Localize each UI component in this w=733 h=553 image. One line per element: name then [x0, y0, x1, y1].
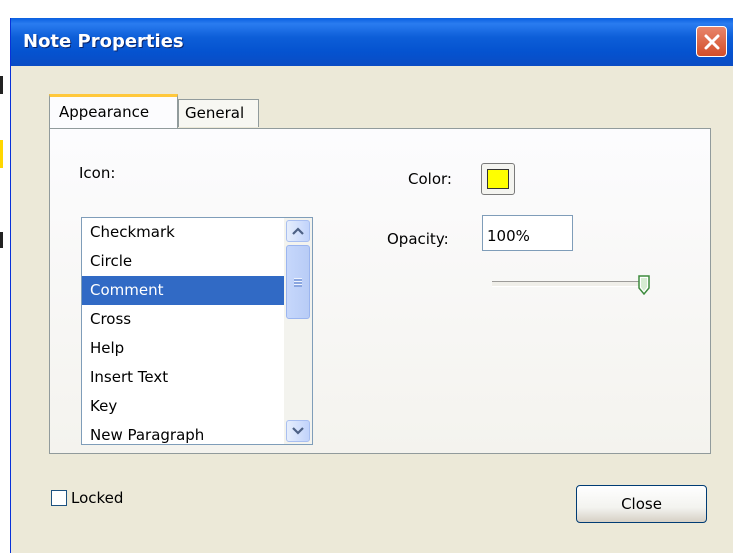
- locked-label: Locked: [71, 489, 124, 507]
- icon-list-item[interactable]: Checkmark: [82, 218, 284, 247]
- opacity-slider-thumb[interactable]: [638, 275, 650, 295]
- chevron-up-icon: [292, 227, 304, 235]
- note-properties-dialog: Note Properties Appearance General Icon:…: [10, 18, 733, 553]
- background-mark: [0, 232, 3, 248]
- list-scrollbar[interactable]: [284, 218, 312, 444]
- color-label: Color:: [408, 170, 452, 188]
- window-title: Note Properties: [23, 31, 184, 52]
- icon-list-item[interactable]: Circle: [82, 247, 284, 276]
- icon-list-items: Checkmark Circle Comment Cross Help Insert Te…: [82, 218, 312, 444]
- icon-list-item[interactable]: Key: [82, 392, 284, 421]
- opacity-input[interactable]: [482, 215, 573, 251]
- title-bar[interactable]: Note Properties: [11, 18, 733, 66]
- scroll-up-button[interactable]: [286, 220, 310, 242]
- color-swatch-fill: [487, 169, 509, 189]
- close-button[interactable]: Close: [576, 485, 707, 523]
- close-icon[interactable]: [696, 26, 727, 57]
- icon-label: Icon:: [79, 164, 116, 182]
- icon-listbox[interactable]: Checkmark Circle Comment Cross Help Insert Te…: [81, 217, 313, 445]
- scroll-down-button[interactable]: [286, 420, 310, 442]
- tab-general[interactable]: General: [178, 99, 259, 127]
- icon-list-item[interactable]: Help: [82, 334, 284, 363]
- background-mark: [0, 76, 3, 94]
- icon-list-item[interactable]: Comment: [82, 276, 284, 305]
- background-mark: [0, 140, 3, 168]
- icon-list-item[interactable]: Cross: [82, 305, 284, 334]
- opacity-slider-track[interactable]: [492, 281, 644, 287]
- scroll-thumb[interactable]: [286, 245, 310, 319]
- icon-list-item[interactable]: Insert Text: [82, 363, 284, 392]
- locked-checkbox[interactable]: [51, 490, 67, 506]
- tab-appearance[interactable]: Appearance: [49, 94, 178, 128]
- color-picker-button[interactable]: [481, 163, 515, 195]
- icon-list-item[interactable]: New Paragraph: [82, 421, 284, 444]
- opacity-label: Opacity:: [387, 230, 449, 248]
- grip-icon: [294, 277, 302, 287]
- chevron-down-icon: [292, 427, 304, 435]
